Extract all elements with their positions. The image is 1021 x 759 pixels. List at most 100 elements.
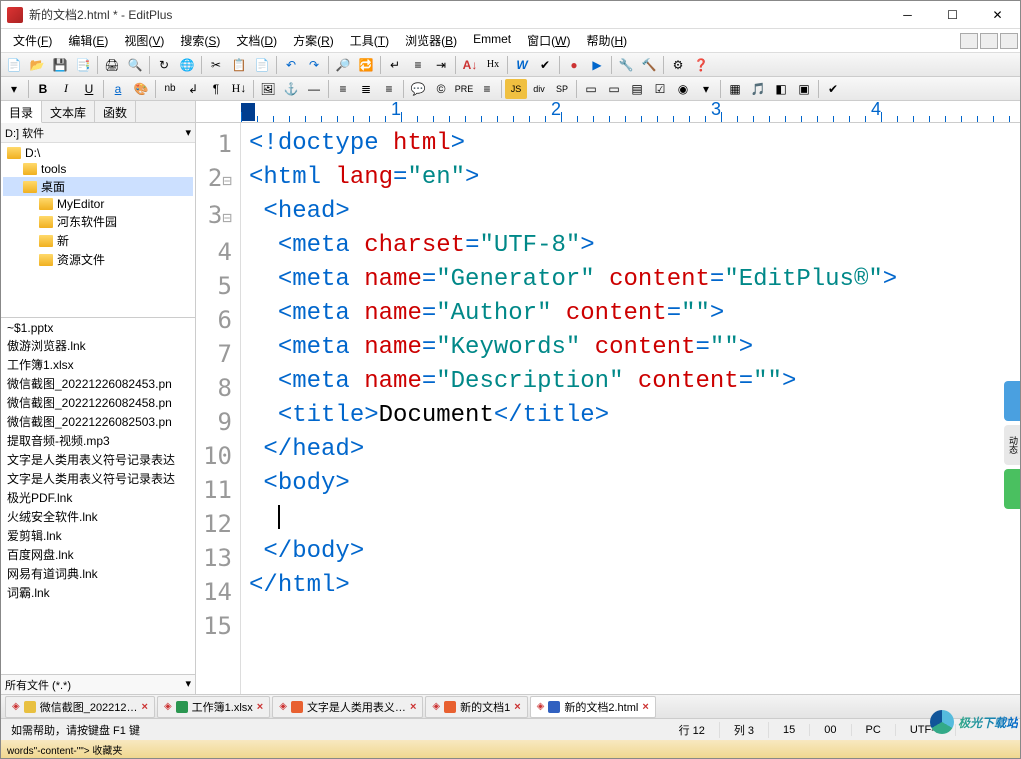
tab-cliptext[interactable]: 文本库 xyxy=(42,101,95,122)
nbsp-icon[interactable]: nb xyxy=(159,79,181,99)
align-right-icon[interactable]: ≡ xyxy=(378,79,400,99)
menu-窗口(W)[interactable]: 窗口(W) xyxy=(519,29,578,52)
close-button[interactable]: ✕ xyxy=(975,1,1020,29)
menu-文档(D)[interactable]: 文档(D) xyxy=(228,29,285,52)
side-blue-icon[interactable] xyxy=(1004,381,1020,421)
help-icon[interactable]: ❓ xyxy=(690,55,712,75)
word-icon[interactable]: W xyxy=(511,55,533,75)
lines-icon[interactable]: ≡ xyxy=(407,55,429,75)
menu-编辑(E)[interactable]: 编辑(E) xyxy=(60,29,116,52)
doc-tab[interactable]: ◈微信截图_202212…× xyxy=(5,696,155,718)
folder-tree[interactable]: D:\tools桌面MyEditor河东软件园新资源文件 xyxy=(1,143,195,318)
anchor-link-icon[interactable]: a xyxy=(107,79,129,99)
tree-item[interactable]: 河东软件园 xyxy=(3,212,193,231)
refresh-icon[interactable]: ↻ xyxy=(153,55,175,75)
select-icon[interactable]: ▾ xyxy=(695,79,717,99)
div-icon[interactable]: div xyxy=(528,79,550,99)
bold-icon[interactable]: B xyxy=(32,79,54,99)
check-icon[interactable]: ☑ xyxy=(649,79,671,99)
validate-icon[interactable]: ✔ xyxy=(822,79,844,99)
tab-functions[interactable]: 函数 xyxy=(95,101,136,122)
settings-icon[interactable]: ⚙ xyxy=(667,55,689,75)
file-item[interactable]: 词霸.lnk xyxy=(3,583,193,602)
textarea-icon[interactable]: ▤ xyxy=(626,79,648,99)
file-item[interactable]: 微信截图_20221226082453.pn xyxy=(3,374,193,393)
print-preview-icon[interactable]: 🔍 xyxy=(124,55,146,75)
tab-close-icon[interactable]: × xyxy=(514,701,520,713)
doc-tab[interactable]: ◈文字是人类用表义…× xyxy=(272,696,423,718)
menu-文件(F)[interactable]: 文件(F) xyxy=(5,29,60,52)
file-item[interactable]: 工作簿1.xlsx xyxy=(3,355,193,374)
char-icon[interactable]: © xyxy=(430,79,452,99)
audio-icon[interactable]: 🎵 xyxy=(747,79,769,99)
doc-tab[interactable]: ◈工作簿1.xlsx× xyxy=(157,696,270,718)
drive-selector[interactable]: D:] 软件▾ xyxy=(1,123,195,143)
code-content[interactable]: <!doctype html><html lang="en"> <head> <… xyxy=(241,123,1020,694)
file-item[interactable]: 提取音频-视频.mp3 xyxy=(3,431,193,450)
doc-tab[interactable]: ◈新的文档1× xyxy=(425,696,527,718)
align-center-icon[interactable]: ≣ xyxy=(355,79,377,99)
tree-item[interactable]: tools xyxy=(3,161,193,177)
frame-icon[interactable]: ◧ xyxy=(770,79,792,99)
tab-close-icon[interactable]: × xyxy=(257,701,263,713)
color-icon[interactable]: 🎨 xyxy=(130,79,152,99)
file-item[interactable]: 网易有道词典.lnk xyxy=(3,564,193,583)
tree-item[interactable]: MyEditor xyxy=(3,196,193,212)
menu-帮助(H)[interactable]: 帮助(H) xyxy=(578,29,635,52)
save-all-icon[interactable]: 📑 xyxy=(72,55,94,75)
copy-icon[interactable]: 📋 xyxy=(228,55,250,75)
file-filter[interactable]: 所有文件 (*.*)▾ xyxy=(1,674,195,694)
file-item[interactable]: 百度网盘.lnk xyxy=(3,545,193,564)
tab-close-icon[interactable]: × xyxy=(142,701,148,713)
maximize-button[interactable]: ☐ xyxy=(930,1,975,29)
form-icon[interactable]: ▭ xyxy=(580,79,602,99)
undo-icon[interactable]: ↶ xyxy=(280,55,302,75)
tool1-icon[interactable]: 🔧 xyxy=(615,55,637,75)
record-icon[interactable]: ● xyxy=(563,55,585,75)
menu-浏览器(B)[interactable]: 浏览器(B) xyxy=(397,29,465,52)
pre-icon[interactable]: PRE xyxy=(453,79,475,99)
tree-item[interactable]: 桌面 xyxy=(3,177,193,196)
menu-方案(R)[interactable]: 方案(R) xyxy=(285,29,342,52)
code-area[interactable]: 12⊟3⊟456789101112131415 <!doctype html><… xyxy=(196,123,1020,694)
tree-item[interactable]: D:\ xyxy=(3,145,193,161)
side-gray-icon[interactable]: 动态 xyxy=(1004,425,1020,465)
file-item[interactable]: ~$1.pptx xyxy=(3,320,193,336)
indent-icon[interactable]: ⇥ xyxy=(430,55,452,75)
minimize-button[interactable]: ─ xyxy=(885,1,930,29)
anchor-icon[interactable]: ⚓ xyxy=(280,79,302,99)
hex-icon[interactable]: Hx xyxy=(482,55,504,75)
side-green-icon[interactable] xyxy=(1004,469,1020,509)
file-item[interactable]: 傲游浏览器.lnk xyxy=(3,336,193,355)
heading-icon[interactable]: H↓ xyxy=(228,79,250,99)
file-item[interactable]: 爱剪辑.lnk xyxy=(3,526,193,545)
file-item[interactable]: 极光PDF.lnk xyxy=(3,488,193,507)
tool2-icon[interactable]: 🔨 xyxy=(638,55,660,75)
mdi-close-icon[interactable] xyxy=(1000,33,1018,49)
replace-icon[interactable]: 🔁 xyxy=(355,55,377,75)
list-icon[interactable]: ≡ xyxy=(476,79,498,99)
input-icon[interactable]: ▭ xyxy=(603,79,625,99)
file-item[interactable]: 微信截图_20221226082458.pn xyxy=(3,393,193,412)
doc-tab[interactable]: ◈新的文档2.html× xyxy=(530,696,656,718)
italic-icon[interactable]: I xyxy=(55,79,77,99)
tab-close-icon[interactable]: × xyxy=(410,701,416,713)
menu-Emmet[interactable]: Emmet xyxy=(465,29,519,52)
image-icon[interactable]: 🖼 xyxy=(257,79,279,99)
play-icon[interactable]: ▶ xyxy=(586,55,608,75)
dropdown-icon[interactable]: ▾ xyxy=(3,79,25,99)
underline-icon[interactable]: U xyxy=(78,79,100,99)
menu-视图(V)[interactable]: 视图(V) xyxy=(116,29,172,52)
mdi-minimize-icon[interactable] xyxy=(960,33,978,49)
spell-icon[interactable]: ✔ xyxy=(534,55,556,75)
radio-icon[interactable]: ◉ xyxy=(672,79,694,99)
file-item[interactable]: 文字是人类用表义符号记录表达 xyxy=(3,450,193,469)
span-icon[interactable]: SP xyxy=(551,79,573,99)
tab-directory[interactable]: 目录 xyxy=(1,101,42,123)
comment-icon[interactable]: 💬 xyxy=(407,79,429,99)
mdi-restore-icon[interactable] xyxy=(980,33,998,49)
align-left-icon[interactable]: ≡ xyxy=(332,79,354,99)
print-icon[interactable]: 🖨 xyxy=(101,55,123,75)
file-item[interactable]: 微信截图_20221226082503.pn xyxy=(3,412,193,431)
table-icon[interactable]: ▦ xyxy=(724,79,746,99)
